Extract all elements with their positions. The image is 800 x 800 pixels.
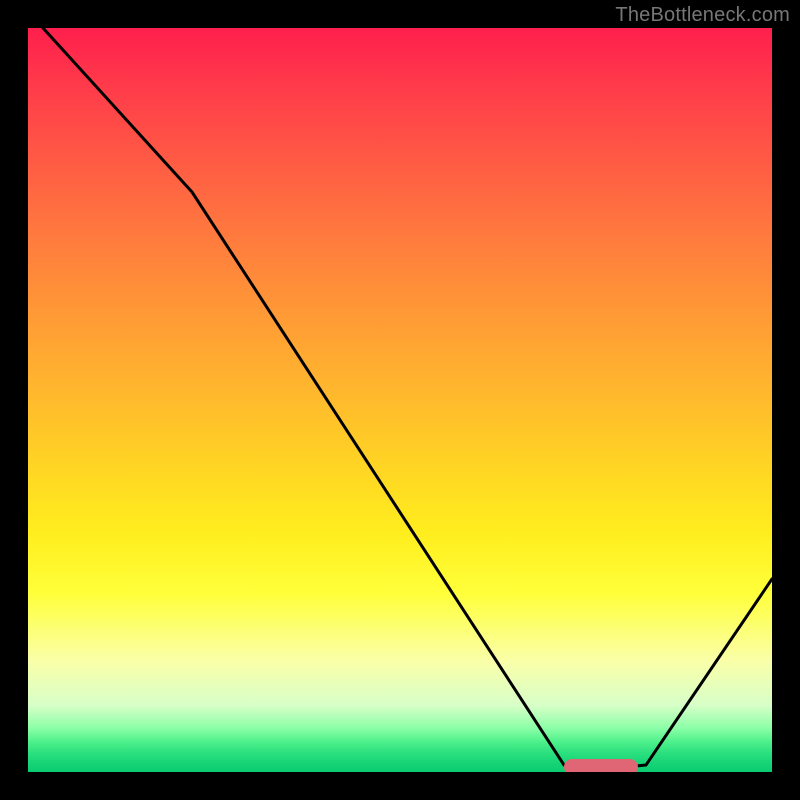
bottleneck-curve [43, 28, 772, 769]
watermark-text: TheBottleneck.com [615, 4, 790, 27]
optimum-marker [564, 759, 638, 772]
plot-area [28, 28, 772, 772]
chart-overlay [28, 28, 772, 772]
